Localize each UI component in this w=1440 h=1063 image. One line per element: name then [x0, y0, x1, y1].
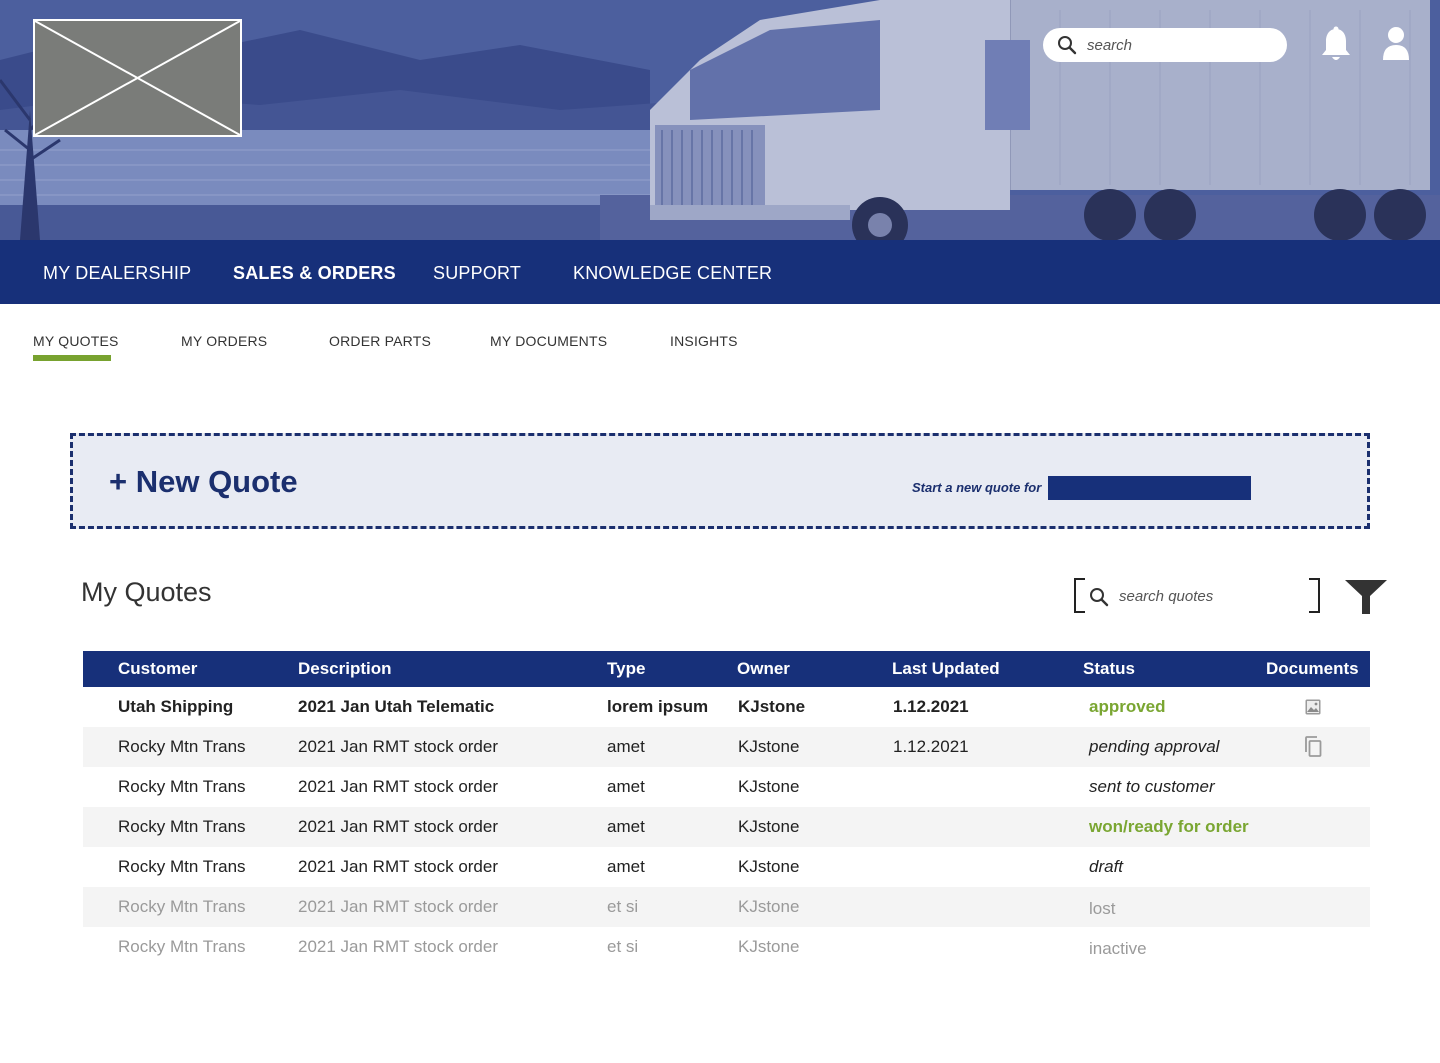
cell-type: amet	[607, 857, 645, 876]
cell-type: lorem ipsum	[607, 697, 709, 716]
cell-type: amet	[607, 777, 645, 796]
cell-type: et si	[607, 897, 639, 916]
quotes-search-input[interactable]	[1119, 585, 1299, 607]
cell-description: 2021 Jan RMT stock order	[298, 857, 498, 876]
status-badge: inactive	[1089, 939, 1147, 958]
image-placeholder-icon	[35, 21, 240, 135]
cell-owner: KJstone	[738, 897, 800, 916]
user-profile-button[interactable]	[1381, 26, 1411, 62]
table-row[interactable]: Rocky Mtn Trans 2021 Jan RMT stock order…	[83, 807, 1370, 847]
tab-my-quotes[interactable]: MY QUOTES	[33, 333, 119, 349]
cell-description: 2021 Jan RMT stock order	[298, 777, 498, 796]
column-header-type[interactable]: Type	[607, 651, 645, 687]
active-tab-indicator	[33, 355, 111, 361]
nav-support[interactable]: SUPPORT	[433, 240, 521, 304]
new-quote-dealer-select[interactable]	[1048, 476, 1251, 500]
cell-customer: Rocky Mtn Trans	[118, 817, 246, 836]
cell-customer: Rocky Mtn Trans	[118, 777, 246, 796]
cell-type: amet	[607, 737, 645, 756]
hero-banner	[0, 0, 1440, 240]
cell-last-updated: 1.12.2021	[893, 737, 969, 756]
nav-sales-orders[interactable]: SALES & ORDERS	[233, 240, 396, 304]
table-row[interactable]: Rocky Mtn Trans 2021 Jan RMT stock order…	[83, 887, 1370, 927]
tab-order-parts[interactable]: ORDER PARTS	[329, 333, 431, 349]
cell-type: et si	[607, 937, 639, 956]
status-badge: won/ready for order	[1089, 817, 1249, 836]
cell-owner: KJstone	[738, 737, 800, 756]
search-icon	[1090, 588, 1109, 607]
table-header: Customer Description Type Owner Last Upd…	[83, 651, 1370, 687]
cell-customer: Utah Shipping	[118, 697, 234, 716]
logo-placeholder[interactable]	[33, 19, 242, 137]
tab-my-orders[interactable]: MY ORDERS	[181, 333, 267, 349]
cell-description: 2021 Jan RMT stock order	[298, 817, 498, 836]
cell-type: amet	[607, 817, 645, 836]
table-row[interactable]: Rocky Mtn Trans 2021 Jan RMT stock order…	[83, 727, 1370, 767]
status-badge: draft	[1089, 857, 1124, 876]
cell-owner: KJstone	[738, 937, 800, 956]
cell-description: 2021 Jan Utah Telematic	[298, 697, 495, 716]
cell-last-updated: 1.12.2021	[893, 697, 969, 716]
column-header-status[interactable]: Status	[1083, 651, 1135, 687]
table-row[interactable]: Rocky Mtn Trans 2021 Jan RMT stock order…	[83, 847, 1370, 887]
tab-insights[interactable]: INSIGHTS	[670, 333, 738, 349]
column-header-documents[interactable]: Documents	[1266, 651, 1359, 687]
cell-owner: KJstone	[738, 857, 800, 876]
cell-description: 2021 Jan RMT stock order	[298, 737, 498, 756]
global-search-input[interactable]	[1087, 36, 1267, 54]
search-box-border	[1074, 578, 1085, 613]
cell-owner: KJstone	[738, 697, 806, 716]
nav-my-dealership[interactable]: MY DEALERSHIP	[43, 240, 191, 304]
table-row[interactable]: Rocky Mtn Trans 2021 Jan RMT stock order…	[83, 927, 1370, 967]
new-quote-banner[interactable]: + New Quote Start a new quote for	[70, 433, 1370, 529]
status-badge: approved	[1089, 697, 1166, 716]
table-row[interactable]: Rocky Mtn Trans 2021 Jan RMT stock order…	[83, 767, 1370, 807]
notifications-button[interactable]	[1320, 26, 1352, 64]
search-icon	[1058, 36, 1077, 55]
quotes-search[interactable]	[1074, 578, 1320, 613]
search-box-border	[1309, 578, 1320, 613]
cell-customer: Rocky Mtn Trans	[118, 737, 246, 756]
bell-icon	[1322, 26, 1350, 60]
filter-icon	[1345, 580, 1387, 614]
status-badge: sent to customer	[1089, 777, 1215, 796]
nav-knowledge-center[interactable]: KNOWLEDGE CENTER	[573, 240, 772, 304]
column-header-description[interactable]: Description	[298, 651, 392, 687]
copy-icon[interactable]	[1303, 736, 1323, 758]
cell-customer: Rocky Mtn Trans	[118, 897, 246, 916]
filter-button[interactable]	[1344, 579, 1388, 615]
status-badge: lost	[1089, 899, 1116, 918]
column-header-customer[interactable]: Customer	[118, 651, 197, 687]
cell-owner: KJstone	[738, 817, 800, 836]
cell-description: 2021 Jan RMT stock order	[298, 937, 498, 956]
main-navigation: MY DEALERSHIP SALES & ORDERS SUPPORT KNO…	[0, 240, 1440, 304]
cell-customer: Rocky Mtn Trans	[118, 937, 246, 956]
image-icon[interactable]	[1305, 699, 1321, 715]
global-search[interactable]	[1043, 28, 1287, 62]
section-title: My Quotes	[81, 577, 212, 607]
quotes-table: Customer Description Type Owner Last Upd…	[83, 651, 1370, 967]
new-quote-button[interactable]: + New Quote	[109, 464, 298, 500]
cell-owner: KJstone	[738, 777, 800, 796]
new-quote-dealer-label: Start a new quote for	[912, 480, 1042, 495]
tab-my-documents[interactable]: MY DOCUMENTS	[490, 333, 607, 349]
column-header-owner[interactable]: Owner	[737, 651, 790, 687]
cell-customer: Rocky Mtn Trans	[118, 857, 246, 876]
user-icon	[1383, 27, 1409, 60]
cell-description: 2021 Jan RMT stock order	[298, 897, 498, 916]
table-row[interactable]: Utah Shipping 2021 Jan Utah Telematic lo…	[83, 687, 1370, 727]
column-header-last-updated[interactable]: Last Updated	[892, 651, 1000, 687]
status-badge: pending approval	[1089, 737, 1220, 756]
